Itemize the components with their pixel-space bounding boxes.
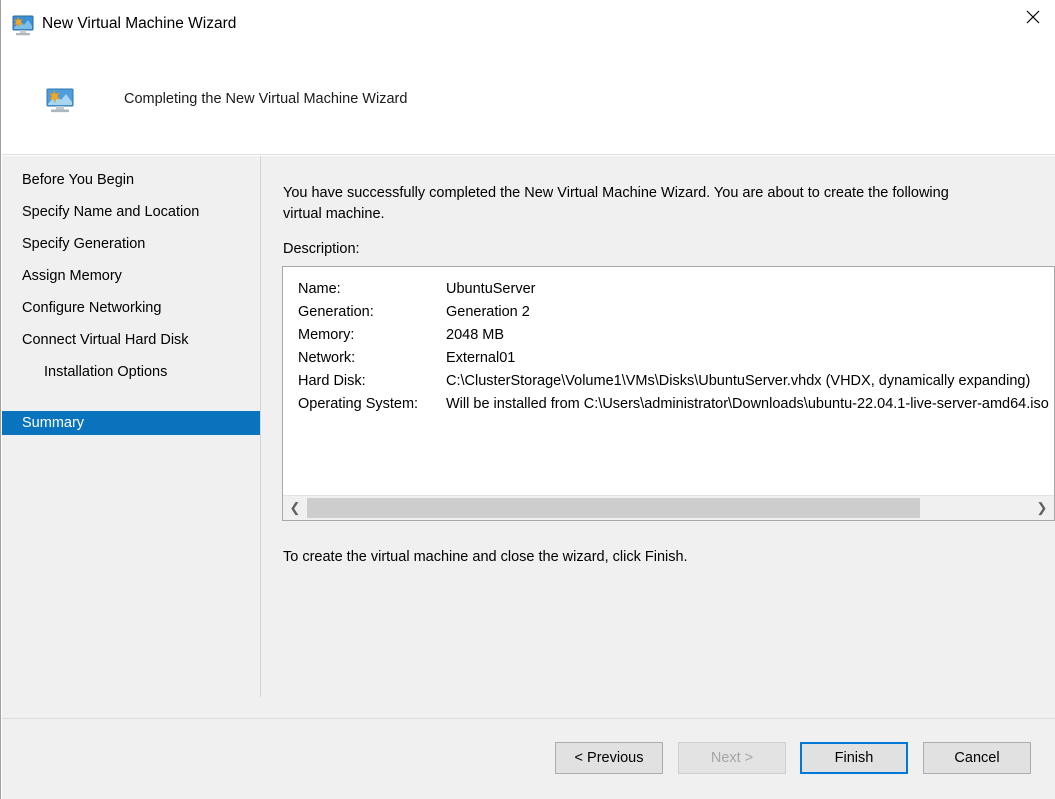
list-item: Operating System: Will be installed from … bbox=[298, 393, 1054, 416]
finish-hint-text: To create the virtual machine and close … bbox=[283, 549, 688, 565]
sidebar-item-connect-virtual-hard-disk[interactable]: Connect Virtual Hard Disk bbox=[2, 328, 261, 352]
cancel-button[interactable]: Cancel bbox=[923, 742, 1031, 774]
chevron-left-icon[interactable]: ❮ bbox=[283, 496, 307, 520]
list-item: Network: External01 bbox=[298, 347, 1054, 370]
sidebar-item-specify-generation[interactable]: Specify Generation bbox=[2, 232, 261, 256]
wizard-footer: < Previous Next > Finish Cancel bbox=[2, 718, 1055, 799]
virtual-machine-monitor-icon bbox=[11, 15, 35, 37]
window-title: New Virtual Machine Wizard bbox=[42, 15, 237, 32]
wizard-body: Before You Begin Specify Name and Locati… bbox=[2, 156, 1055, 718]
spec-key-memory: Memory: bbox=[298, 327, 355, 343]
spec-value-name: UbuntuServer bbox=[446, 281, 536, 297]
scrollbar-thumb[interactable] bbox=[307, 498, 920, 518]
spec-value-hard-disk: C:\ClusterStorage\Volume1\VMs\Disks\Ubun… bbox=[446, 373, 1031, 389]
spec-key-network: Network: bbox=[298, 350, 356, 366]
spec-value-operating-system: Will be installed from C:\Users\administ… bbox=[446, 396, 1049, 412]
spec-key-name: Name: bbox=[298, 281, 341, 297]
spec-value-network: External01 bbox=[446, 350, 516, 366]
chevron-right-icon[interactable]: ❯ bbox=[1030, 496, 1054, 520]
wizard-step-navigation: Before You Begin Specify Name and Locati… bbox=[2, 156, 261, 718]
scrollbar-track[interactable] bbox=[307, 496, 1030, 520]
wizard-header: Completing the New Virtual Machine Wizar… bbox=[2, 50, 1055, 155]
next-button: Next > bbox=[678, 742, 786, 774]
sidebar-item-specify-name-and-location[interactable]: Specify Name and Location bbox=[2, 200, 261, 224]
sidebar-item-configure-networking[interactable]: Configure Networking bbox=[2, 296, 261, 320]
spec-key-generation: Generation: bbox=[298, 304, 374, 320]
list-item: Memory: 2048 MB bbox=[298, 324, 1054, 347]
finish-button[interactable]: Finish bbox=[800, 742, 908, 774]
previous-button[interactable]: < Previous bbox=[555, 742, 663, 774]
vm-summary-list: Name: UbuntuServer Generation: Generation … bbox=[298, 278, 1054, 416]
list-item: Name: UbuntuServer bbox=[298, 278, 1054, 301]
sidebar-item-before-you-begin[interactable]: Before You Begin bbox=[2, 168, 261, 192]
sidebar-item-installation-options[interactable]: Installation Options bbox=[2, 360, 261, 384]
list-item: Generation: Generation 2 bbox=[298, 301, 1054, 324]
virtual-machine-monitor-icon bbox=[45, 88, 75, 114]
page-title: Completing the New Virtual Machine Wizar… bbox=[124, 91, 408, 107]
list-item: Hard Disk: C:\ClusterStorage\Volume1\VMs\… bbox=[298, 370, 1054, 393]
new-virtual-machine-wizard-window: New Virtual Machine Wizard Completing th… bbox=[0, 0, 1055, 799]
intro-text: You have successfully completed the New … bbox=[283, 185, 949, 222]
horizontal-scrollbar[interactable]: ❮ ❯ bbox=[283, 495, 1054, 520]
description-box[interactable]: Name: UbuntuServer Generation: Generation … bbox=[282, 266, 1055, 521]
spec-value-generation: Generation 2 bbox=[446, 304, 530, 320]
close-icon[interactable] bbox=[1010, 0, 1055, 34]
spec-key-operating-system: Operating System: bbox=[298, 396, 419, 412]
description-label: Description: bbox=[283, 241, 360, 257]
sidebar-item-assign-memory[interactable]: Assign Memory bbox=[2, 264, 261, 288]
spec-value-memory: 2048 MB bbox=[446, 327, 505, 343]
spec-key-hard-disk: Hard Disk: bbox=[298, 373, 366, 389]
sidebar-item-summary[interactable]: Summary bbox=[2, 411, 261, 435]
wizard-content-pane: You have successfully completed the New … bbox=[261, 156, 1055, 718]
title-bar: New Virtual Machine Wizard bbox=[1, 0, 1055, 50]
